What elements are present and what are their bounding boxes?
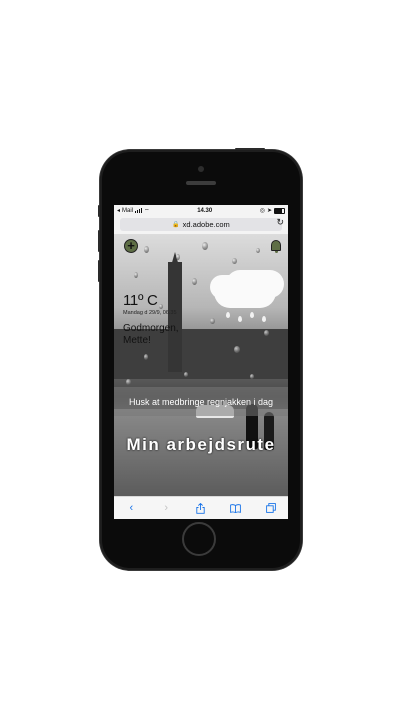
location-icon: ➤: [266, 208, 272, 214]
share-icon[interactable]: [192, 502, 210, 514]
raindrop: [232, 258, 237, 264]
carrier-label: Mail: [122, 207, 134, 214]
front-camera: [198, 166, 204, 172]
reminder-text: Husk at medbringe regnjakken i dag: [128, 396, 274, 407]
raindrop: [176, 254, 180, 260]
bell-icon[interactable]: [271, 240, 281, 253]
rain-cloud-drop: [262, 316, 266, 322]
temperature: 11º C: [123, 292, 158, 309]
signal-icon: [135, 208, 143, 213]
browser-toolbar: ‹ ›: [114, 496, 288, 519]
power-button: [235, 148, 265, 150]
mute-switch: [98, 205, 100, 217]
battery-icon: [274, 207, 285, 214]
raindrop: [264, 330, 269, 336]
rain-cloud-icon: [214, 276, 276, 308]
phone-frame: ◂ Mail ⌔ 14.30 ◎ ➤ 🔒 xd.adobe.com ↻ + 11…: [98, 148, 302, 570]
back-to-app-icon[interactable]: ◂: [117, 207, 120, 214]
url-text: xd.adobe.com: [182, 220, 230, 229]
volume-down-button: [98, 260, 100, 282]
add-icon[interactable]: +: [124, 239, 138, 253]
background-tower: [168, 262, 182, 372]
clock: 14.30: [197, 207, 213, 214]
home-button[interactable]: [182, 522, 216, 556]
raindrop: [192, 278, 197, 285]
raindrop: [134, 272, 138, 278]
raindrop: [144, 354, 148, 360]
volume-up-button: [98, 230, 100, 252]
raindrop: [256, 248, 260, 253]
my-route-button[interactable]: Min arbejdsrute: [114, 433, 288, 457]
lock-icon: 🔒: [172, 222, 180, 228]
earpiece-speaker: [186, 181, 216, 185]
raindrop: [250, 374, 254, 379]
browser-url-bar: 🔒 xd.adobe.com ↻: [114, 216, 288, 234]
reminder-banner: Husk at medbringe regnjakken i dag: [114, 387, 288, 416]
date-time: Mandag d 29/9, 06.35: [123, 310, 177, 316]
reload-icon[interactable]: ↻: [276, 217, 284, 228]
raindrop: [210, 318, 215, 324]
phone-screen: ◂ Mail ⌔ 14.30 ◎ ➤ 🔒 xd.adobe.com ↻ + 11…: [114, 205, 288, 519]
address-field[interactable]: 🔒 xd.adobe.com: [120, 218, 282, 231]
rain-cloud-drop: [238, 316, 242, 322]
rain-cloud-drop: [250, 312, 254, 318]
raindrop: [184, 372, 188, 377]
tabs-icon[interactable]: [262, 503, 280, 513]
raindrop: [144, 246, 149, 253]
status-bar: ◂ Mail ⌔ 14.30 ◎ ➤: [114, 205, 288, 216]
bookmarks-icon[interactable]: [227, 503, 245, 513]
wifi-icon: ⌔: [144, 208, 150, 215]
back-arrow-icon[interactable]: ‹: [122, 502, 140, 514]
weather-app-content: + 11º C Mandag d 29/9, 06.35 Godmorgen, …: [114, 234, 288, 496]
greeting: Godmorgen, Mette!: [123, 323, 179, 346]
raindrop: [159, 304, 163, 309]
orientation-lock-icon: ◎: [259, 208, 265, 214]
raindrop: [126, 379, 131, 385]
raindrop: [234, 346, 240, 353]
raindrop: [202, 242, 208, 250]
rain-cloud-drop: [226, 312, 230, 318]
forward-arrow-icon: ›: [164, 502, 169, 514]
